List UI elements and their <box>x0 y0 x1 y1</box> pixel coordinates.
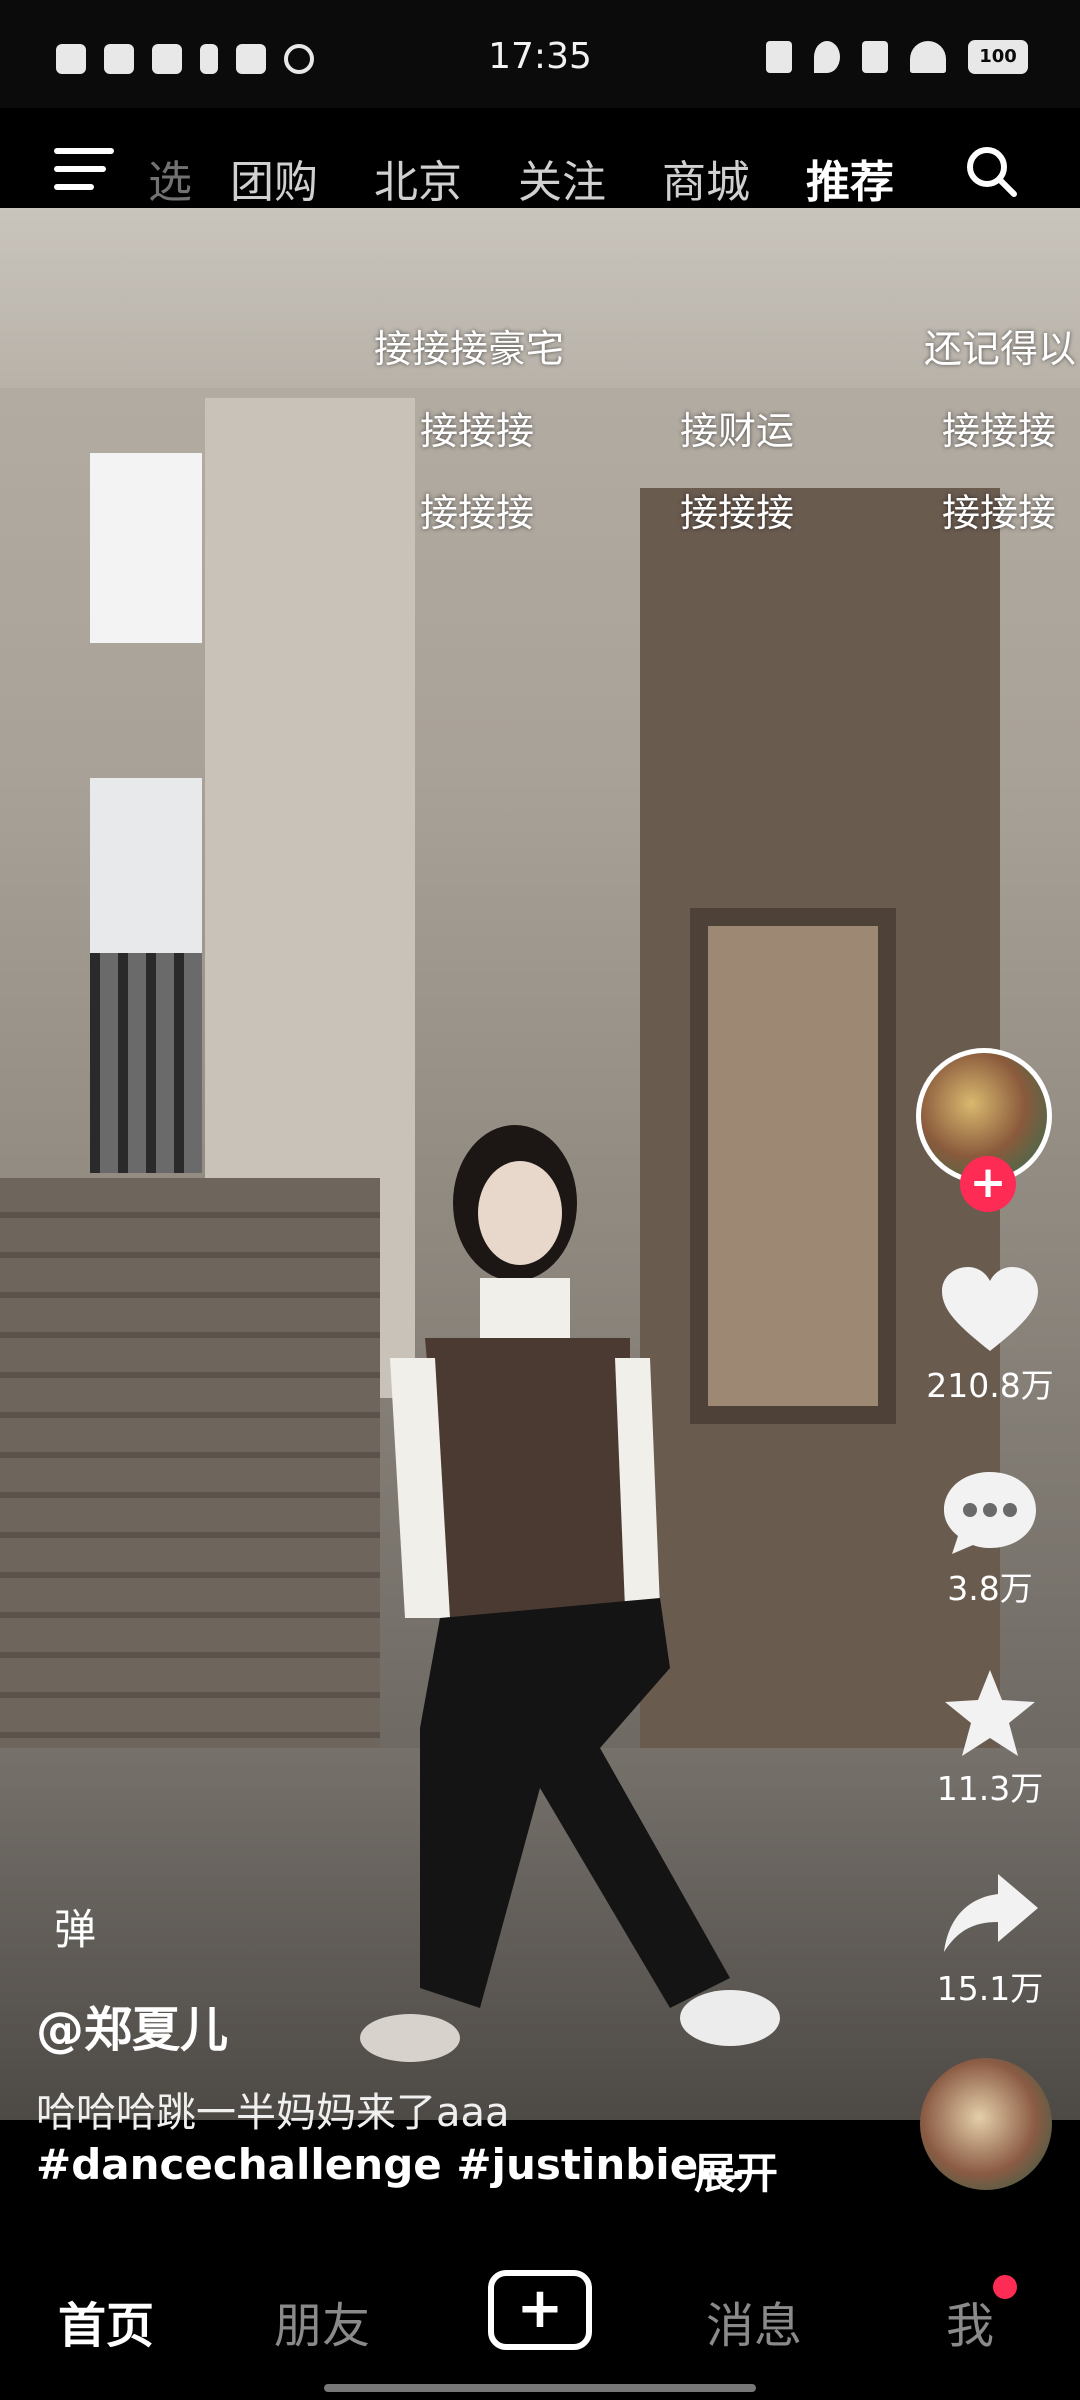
danmaku-item: 接接接 <box>420 491 535 535</box>
expand-button[interactable]: 展开 <box>694 2140 778 2201</box>
top-tab-bar: 选 团购 北京 关注 商城 推荐 ⇄ <box>0 108 1080 249</box>
nav-home[interactable]: 首页 <box>58 2286 154 2356</box>
gate <box>90 953 202 1173</box>
notification-dot <box>993 2275 1017 2299</box>
video-player[interactable] <box>0 208 1080 2120</box>
location-icon <box>814 41 840 73</box>
comment-count: 3.8万 <box>947 1569 1033 1608</box>
follow-button[interactable]: + <box>960 1156 1016 1212</box>
battery-icon: 100 <box>968 40 1028 74</box>
video-description: 哈哈哈跳一半妈妈来了aaa <box>36 2090 510 2136</box>
nav-friends[interactable]: 朋友 <box>274 2286 370 2356</box>
window <box>90 778 202 958</box>
tab-partial[interactable]: 选 <box>148 146 192 210</box>
danmaku-toggle[interactable]: 弹 <box>54 1896 96 1957</box>
like-count: 210.8万 <box>926 1366 1054 1405</box>
danmaku-item: 接接接 <box>680 491 795 535</box>
author-name[interactable]: @郑夏儿 <box>36 1990 228 2060</box>
like-button[interactable]: 210.8万 <box>900 1265 1080 1407</box>
danmaku-item: 还记得以 <box>924 327 1077 371</box>
status-bar: 17:35 100 <box>0 0 1080 108</box>
share-button[interactable]: 15.1万 <box>900 1868 1080 2010</box>
comment-button[interactable]: 3.8万 <box>900 1468 1080 1610</box>
bottom-nav: 首页 朋友 + 消息 我 <box>0 2250 1080 2400</box>
tab-group-buy[interactable]: 团购 <box>230 146 318 210</box>
nav-me[interactable]: 我 <box>946 2286 994 2356</box>
hashtags[interactable]: #dancechallenge #justinbie... <box>36 2140 746 2189</box>
nfc-icon <box>766 41 792 73</box>
share-icon <box>944 1874 1038 1952</box>
system-icons: 100 <box>766 40 1028 74</box>
danmaku-item: 接接接 <box>942 491 1057 535</box>
search-icon[interactable] <box>964 144 1018 198</box>
window <box>90 453 202 643</box>
favorite-count: 11.3万 <box>936 1769 1044 1808</box>
heart-icon <box>942 1267 1038 1351</box>
danmaku-item: 接接接 <box>942 409 1057 453</box>
comment-icon <box>944 1472 1036 1554</box>
create-button[interactable]: + <box>488 2270 592 2350</box>
dancer-figure <box>360 1125 780 2062</box>
danmaku-item: 接接接豪宅 <box>374 327 565 371</box>
tab-recommend[interactable]: 推荐 <box>806 146 894 210</box>
wifi-icon <box>910 41 946 73</box>
tab-beijing[interactable]: 北京 <box>374 146 462 210</box>
home-indicator[interactable] <box>324 2384 756 2392</box>
share-count: 15.1万 <box>936 1969 1044 2008</box>
star-icon <box>945 1670 1035 1756</box>
favorite-button[interactable]: 11.3万 <box>900 1668 1080 1810</box>
music-disc[interactable] <box>920 2058 1052 2190</box>
tab-following[interactable]: 关注 <box>518 146 606 210</box>
danmaku-item: 接接接 <box>420 409 535 453</box>
vibrate-icon <box>862 41 888 73</box>
menu-icon[interactable] <box>54 148 114 192</box>
nav-messages[interactable]: 消息 <box>706 2286 802 2356</box>
tab-mall[interactable]: 商城 <box>662 146 750 210</box>
danmaku-item: 接财运 <box>680 409 795 453</box>
